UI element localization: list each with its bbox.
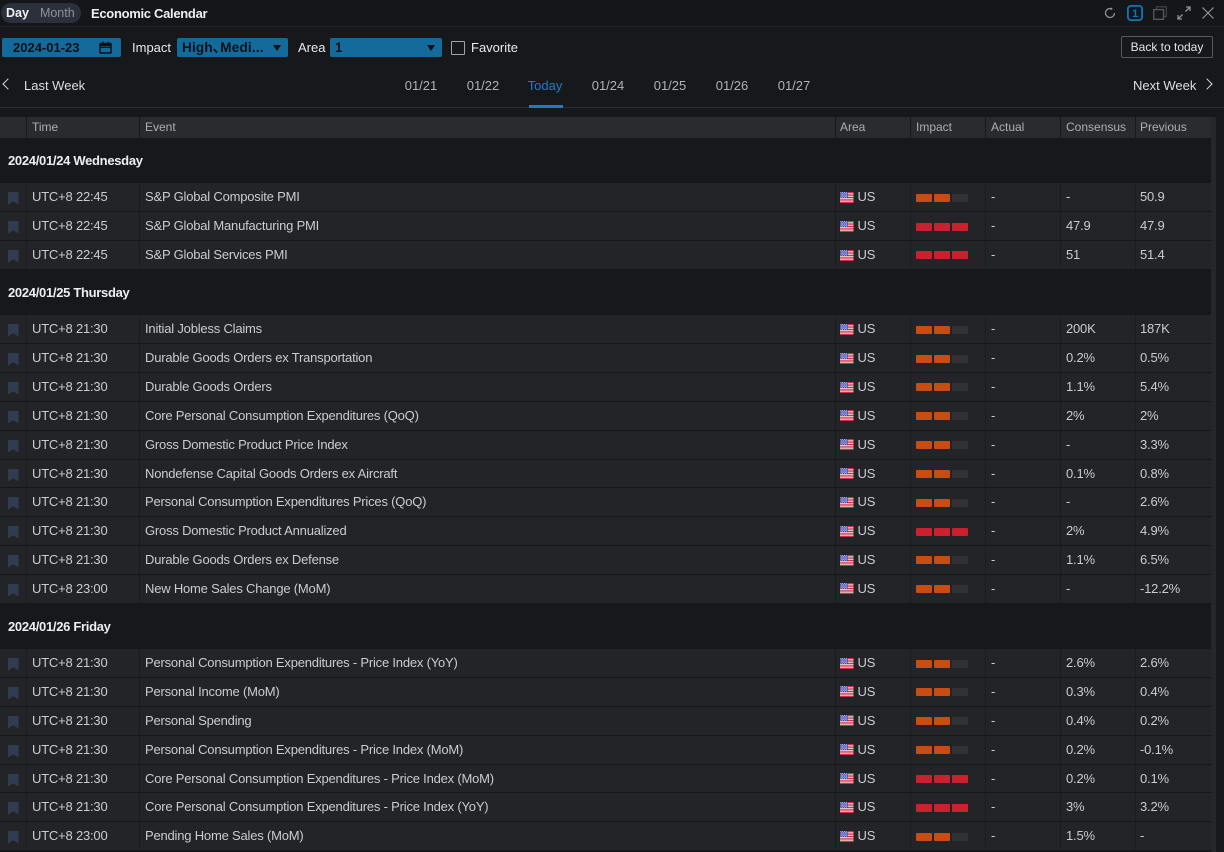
svg-text:1: 1 [1132,8,1138,20]
